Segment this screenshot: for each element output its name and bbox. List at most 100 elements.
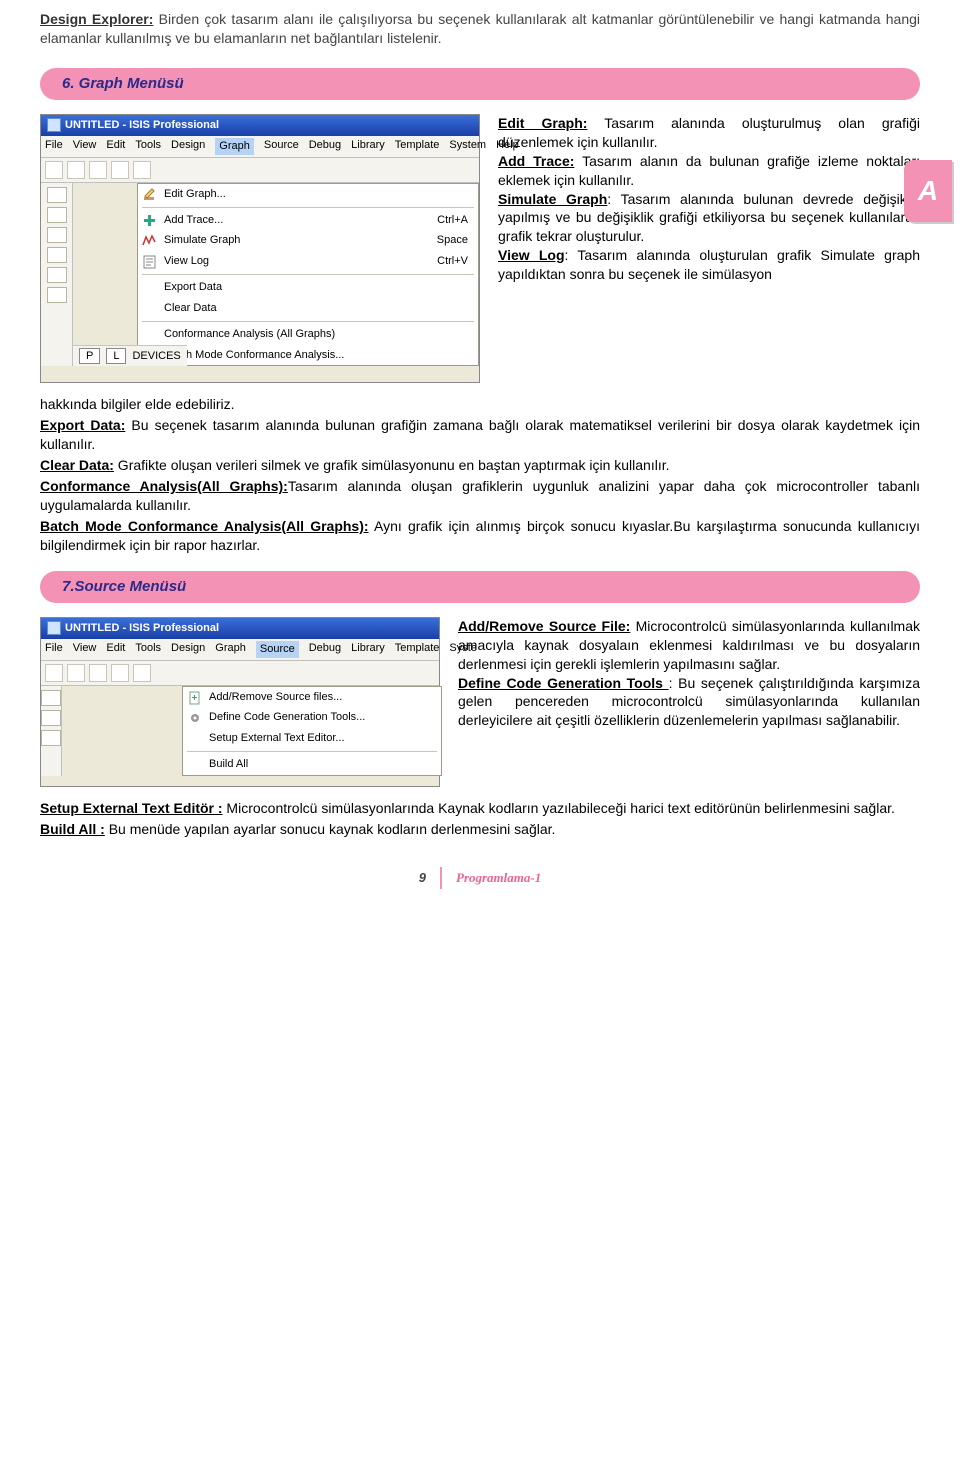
workspace: Add/Remove Source files... Define Code G… <box>41 686 439 776</box>
menu-view[interactable]: View <box>73 641 97 658</box>
menu-debug[interactable]: Debug <box>309 641 341 658</box>
section6-header: 6. Graph Menüsü <box>40 68 920 100</box>
palette-wire-icon[interactable] <box>41 730 61 746</box>
term-conformance: Conformance Analysis(All Graphs): <box>40 478 288 494</box>
term-view-log: View Log <box>498 247 565 263</box>
dd-sep <box>142 274 474 275</box>
menu-design[interactable]: Design <box>171 641 205 658</box>
section6-cont: hakkında bilgiler elde edebiliriz. <box>40 395 920 414</box>
footer-divider <box>440 867 442 889</box>
tb-area-icon[interactable] <box>133 664 151 682</box>
tb-save-icon[interactable] <box>89 161 107 179</box>
menu-library[interactable]: Library <box>351 138 385 155</box>
dd-label: Add Trace... <box>164 213 223 228</box>
source-dropdown: Add/Remove Source files... Define Code G… <box>182 686 442 776</box>
section6-a1: Export Data: Bu seçenek tasarım alanında… <box>40 416 920 454</box>
term-batch-conf: Batch Mode Conformance Analysis(All Grap… <box>40 518 369 534</box>
tb-new-icon[interactable] <box>45 161 63 179</box>
dd-define-codegen[interactable]: Define Code Generation Tools... <box>183 707 441 728</box>
tb-new-icon[interactable] <box>45 664 63 682</box>
menu-library[interactable]: Library <box>351 641 385 658</box>
term-add-remove-source: Add/Remove Source File: <box>458 618 630 634</box>
dd-simulate-graph[interactable]: Simulate Graph Space <box>138 230 478 251</box>
menu-edit[interactable]: Edit <box>106 138 125 155</box>
dd-shortcut: Space <box>437 233 468 248</box>
palette-label-icon[interactable] <box>47 287 67 303</box>
palette-component-icon[interactable] <box>41 710 61 726</box>
term-setup-editor: Setup External Text Editör : <box>40 800 223 816</box>
dd-conformance[interactable]: Conformance Analysis (All Graphs) <box>138 324 478 345</box>
toolbar <box>41 158 479 183</box>
menu-template[interactable]: Template <box>395 138 440 155</box>
term-export-data: Export Data: <box>40 417 125 433</box>
menu-system[interactable]: System <box>449 138 486 155</box>
dd-export-data[interactable]: Export Data <box>138 277 478 298</box>
dev-l[interactable]: L <box>106 348 126 365</box>
graph-menu-screenshot: UNTITLED - ISIS Professional File View E… <box>40 114 480 383</box>
dev-p[interactable]: P <box>79 348 100 365</box>
dd-add-remove-source[interactable]: Add/Remove Source files... <box>183 687 441 708</box>
intro-text: Birden çok tasarım alanı ile çalışılıyor… <box>40 11 920 46</box>
palette-bus-icon[interactable] <box>47 247 67 263</box>
tb-open-icon[interactable] <box>67 664 85 682</box>
term-build-all: Build All : <box>40 821 105 837</box>
graph-dropdown: Edit Graph... Add Trace... Ctrl+A Simula… <box>137 183 479 367</box>
page-footer: 9 Programlama-1 <box>40 867 920 889</box>
menu-template[interactable]: Template <box>395 641 440 658</box>
devices-panel: P L DEVICES <box>73 345 187 367</box>
term-clear-data: Clear Data: <box>40 457 114 473</box>
menu-file[interactable]: File <box>45 641 63 658</box>
menu-source[interactable]: Source <box>256 641 299 658</box>
dd-label: Simulate Graph <box>164 233 240 248</box>
tb-print-icon[interactable] <box>111 664 129 682</box>
toolbar <box>41 661 439 686</box>
palette-component-icon[interactable] <box>47 207 67 223</box>
palette-arrow-icon[interactable] <box>47 187 67 203</box>
dd-label: Define Code Generation Tools... <box>209 710 365 725</box>
dd-build-all[interactable]: Build All <box>183 754 441 775</box>
simulate-icon <box>142 233 158 249</box>
dd-batch-conformance[interactable]: Batch Mode Conformance Analysis... <box>138 345 478 366</box>
menu-file[interactable]: File <box>45 138 63 155</box>
side-tab-a: A <box>904 160 952 222</box>
menu-edit[interactable]: Edit <box>106 641 125 658</box>
menubar: File View Edit Tools Design Graph Source… <box>41 136 479 158</box>
term-add-trace: Add Trace: <box>498 153 574 169</box>
dd-setup-editor[interactable]: Setup External Text Editor... <box>183 728 441 749</box>
window-titlebar: UNTITLED - ISIS Professional <box>41 115 479 136</box>
menu-tools[interactable]: Tools <box>135 138 161 155</box>
menu-tools[interactable]: Tools <box>135 641 161 658</box>
app-icon <box>47 118 61 132</box>
section7-body: UNTITLED - ISIS Professional File View E… <box>40 617 920 793</box>
term-edit-graph: Edit Graph: <box>498 115 587 131</box>
dd-clear-data[interactable]: Clear Data <box>138 298 478 319</box>
menu-debug[interactable]: Debug <box>309 138 341 155</box>
menu-source[interactable]: Source <box>264 138 299 155</box>
tb-print-icon[interactable] <box>111 161 129 179</box>
tb-open-icon[interactable] <box>67 161 85 179</box>
menu-view[interactable]: View <box>73 138 97 155</box>
tb-area-icon[interactable] <box>133 161 151 179</box>
dd-add-trace[interactable]: Add Trace... Ctrl+A <box>138 210 478 231</box>
side-palette <box>41 183 73 367</box>
menubar: File View Edit Tools Design Graph Source… <box>41 639 439 661</box>
dd-label: Add/Remove Source files... <box>209 690 342 705</box>
dd-edit-graph[interactable]: Edit Graph... <box>138 184 478 205</box>
dd-view-log[interactable]: View Log Ctrl+V <box>138 251 478 272</box>
menu-design[interactable]: Design <box>171 138 205 155</box>
menu-graph[interactable]: Graph <box>215 138 254 155</box>
section7-a1: Setup External Text Editör : Microcontro… <box>40 799 920 818</box>
intro-term: Design Explorer: <box>40 11 153 27</box>
window-titlebar: UNTITLED - ISIS Professional <box>41 618 439 639</box>
window-title: UNTITLED - ISIS Professional <box>65 118 219 133</box>
workspace: Edit Graph... Add Trace... Ctrl+A Simula… <box>41 183 479 367</box>
gear-icon <box>187 710 203 726</box>
dd-label: Edit Graph... <box>164 187 226 202</box>
tb-save-icon[interactable] <box>89 664 107 682</box>
palette-junction-icon[interactable] <box>47 267 67 283</box>
menu-graph[interactable]: Graph <box>215 641 246 658</box>
dd-label: Conformance Analysis (All Graphs) <box>164 327 335 342</box>
palette-wire-icon[interactable] <box>47 227 67 243</box>
dd-sep <box>142 207 474 208</box>
palette-arrow-icon[interactable] <box>41 690 61 706</box>
